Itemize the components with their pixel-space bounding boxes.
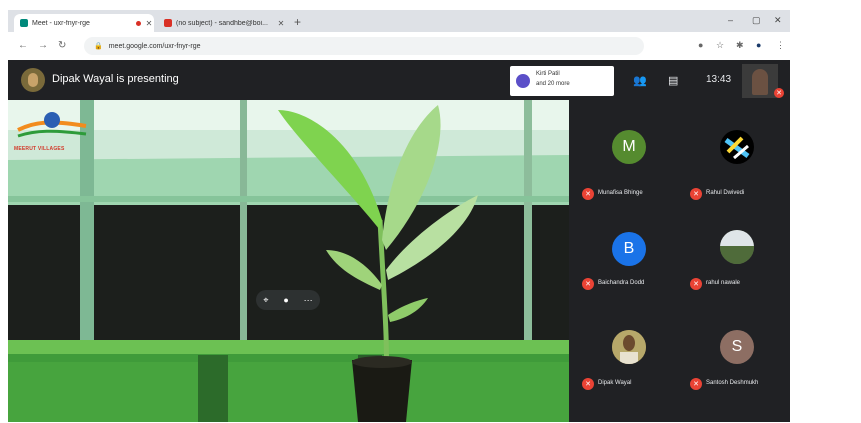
participant-avatar <box>720 130 754 164</box>
tab-label: (no subject) - sandhbe@boi... <box>176 19 268 27</box>
plant-video-frame <box>8 100 569 422</box>
presentation-stage: MEERUT VILLAGES ⌖ ● ⋯ <box>8 100 569 422</box>
pin-icon[interactable]: ⌖ <box>263 295 268 306</box>
lock-icon: 🔒 <box>94 43 103 50</box>
forward-icon[interactable]: → <box>38 40 48 51</box>
url-text: meet.google.com/uxr-fnyr-rge <box>108 42 201 50</box>
meet-favicon-icon <box>20 19 28 27</box>
minimize-icon[interactable]: – <box>728 15 733 25</box>
presenter-title: Dipak Wayal is presenting <box>52 73 179 85</box>
maximize-icon[interactable]: ▢ <box>752 15 761 26</box>
muted-mic-icon: ✕ <box>582 188 594 200</box>
more-options-icon[interactable]: ⋯ <box>304 295 313 306</box>
new-tab-icon[interactable]: + <box>294 15 301 29</box>
participant-tile[interactable]: ✕ rahul nawale <box>684 210 784 310</box>
camera-indicator-icon[interactable]: ● <box>698 40 703 50</box>
watermark-label: MEERUT VILLAGES <box>14 146 65 152</box>
participant-tile[interactable]: M ✕ Munafisa Bhinge <box>576 108 676 208</box>
tab-gmail[interactable]: (no subject) - sandhbe@boi... ✕ <box>158 14 286 32</box>
participant-tile[interactable]: ✕ Dipak Wayal <box>576 312 676 412</box>
meet-window: Dipak Wayal is presenting Kirti Patil an… <box>8 60 790 422</box>
self-video-thumbnail[interactable]: ✕ <box>742 64 784 98</box>
chat-icon[interactable]: ▤ <box>668 74 678 87</box>
participant-avatar: B <box>612 232 646 266</box>
tab-label: Meet - uxr-fnyr-rge <box>32 19 90 27</box>
participant-tile[interactable]: B ✕ Baichandra Dodd <box>576 210 676 310</box>
participant-name: Munafisa Bhinge <box>598 190 643 196</box>
org-watermark: MEERUT VILLAGES <box>14 108 90 158</box>
url-field[interactable]: 🔒 meet.google.com/uxr-fnyr-rge <box>84 37 644 55</box>
participant-name: Rahul Dwivedi <box>706 190 745 196</box>
tab-meet[interactable]: Meet - uxr-fnyr-rge ✕ <box>14 14 154 32</box>
menu-icon[interactable]: ⋮ <box>776 40 785 51</box>
muted-mic-icon: ✕ <box>690 278 702 290</box>
reload-icon[interactable]: ↻ <box>58 40 66 51</box>
chip-more: and 20 more <box>536 81 570 87</box>
participant-avatar: S <box>720 330 754 364</box>
close-window-icon[interactable]: ✕ <box>774 15 782 26</box>
participant-name: Dipak Wayal <box>598 380 632 386</box>
muted-mic-icon: ✕ <box>774 88 784 98</box>
participant-name: Santosh Deshmukh <box>706 380 759 386</box>
abstract-avatar-icon <box>724 136 750 160</box>
close-tab-icon[interactable]: ✕ <box>144 19 154 28</box>
gmail-favicon-icon <box>164 19 172 27</box>
muted-mic-icon: ✕ <box>582 378 594 390</box>
participant-avatar <box>720 230 754 264</box>
browser-tab-bar: Meet - uxr-fnyr-rge ✕ (no subject) - san… <box>8 10 790 32</box>
meet-top-bar: Dipak Wayal is presenting Kirti Patil an… <box>8 60 790 100</box>
close-tab-icon[interactable]: ✕ <box>276 19 286 28</box>
watermark-logo-icon <box>17 112 87 138</box>
people-icon[interactable]: 👥 <box>633 74 647 87</box>
presentation-controls: ⌖ ● ⋯ <box>256 290 320 310</box>
chip-name: Kirti Patil <box>536 71 560 77</box>
participant-tile[interactable]: ✕ Rahul Dwivedi <box>684 108 784 208</box>
bookmark-star-icon[interactable]: ☆ <box>716 40 724 51</box>
muted-mic-icon: ✕ <box>690 378 702 390</box>
participant-avatar <box>612 330 646 364</box>
recording-dot-icon <box>136 20 141 26</box>
address-bar-row: ← → ↻ 🔒 meet.google.com/uxr-fnyr-rge ● ☆… <box>8 32 790 60</box>
participant-name: Baichandra Dodd <box>598 280 645 286</box>
landscape-avatar-icon <box>720 230 754 264</box>
participant-chip-avatar <box>516 74 530 88</box>
clock: 13:43 <box>706 74 732 85</box>
participant-name: rahul nawale <box>706 280 741 286</box>
profile-icon[interactable]: ● <box>756 40 761 50</box>
participant-tile[interactable]: S ✕ Santosh Deshmukh <box>684 312 784 412</box>
extensions-icon[interactable]: ✱ <box>736 40 744 51</box>
muted-mic-icon: ✕ <box>690 188 702 200</box>
person-photo-avatar-icon <box>612 330 646 364</box>
mute-icon[interactable]: ● <box>283 295 288 305</box>
presenter-avatar <box>21 68 45 92</box>
back-icon[interactable]: ← <box>18 40 28 51</box>
muted-mic-icon: ✕ <box>582 278 594 290</box>
participant-avatar: M <box>612 130 646 164</box>
participants-chip[interactable]: Kirti Patil and 20 more <box>510 66 614 96</box>
